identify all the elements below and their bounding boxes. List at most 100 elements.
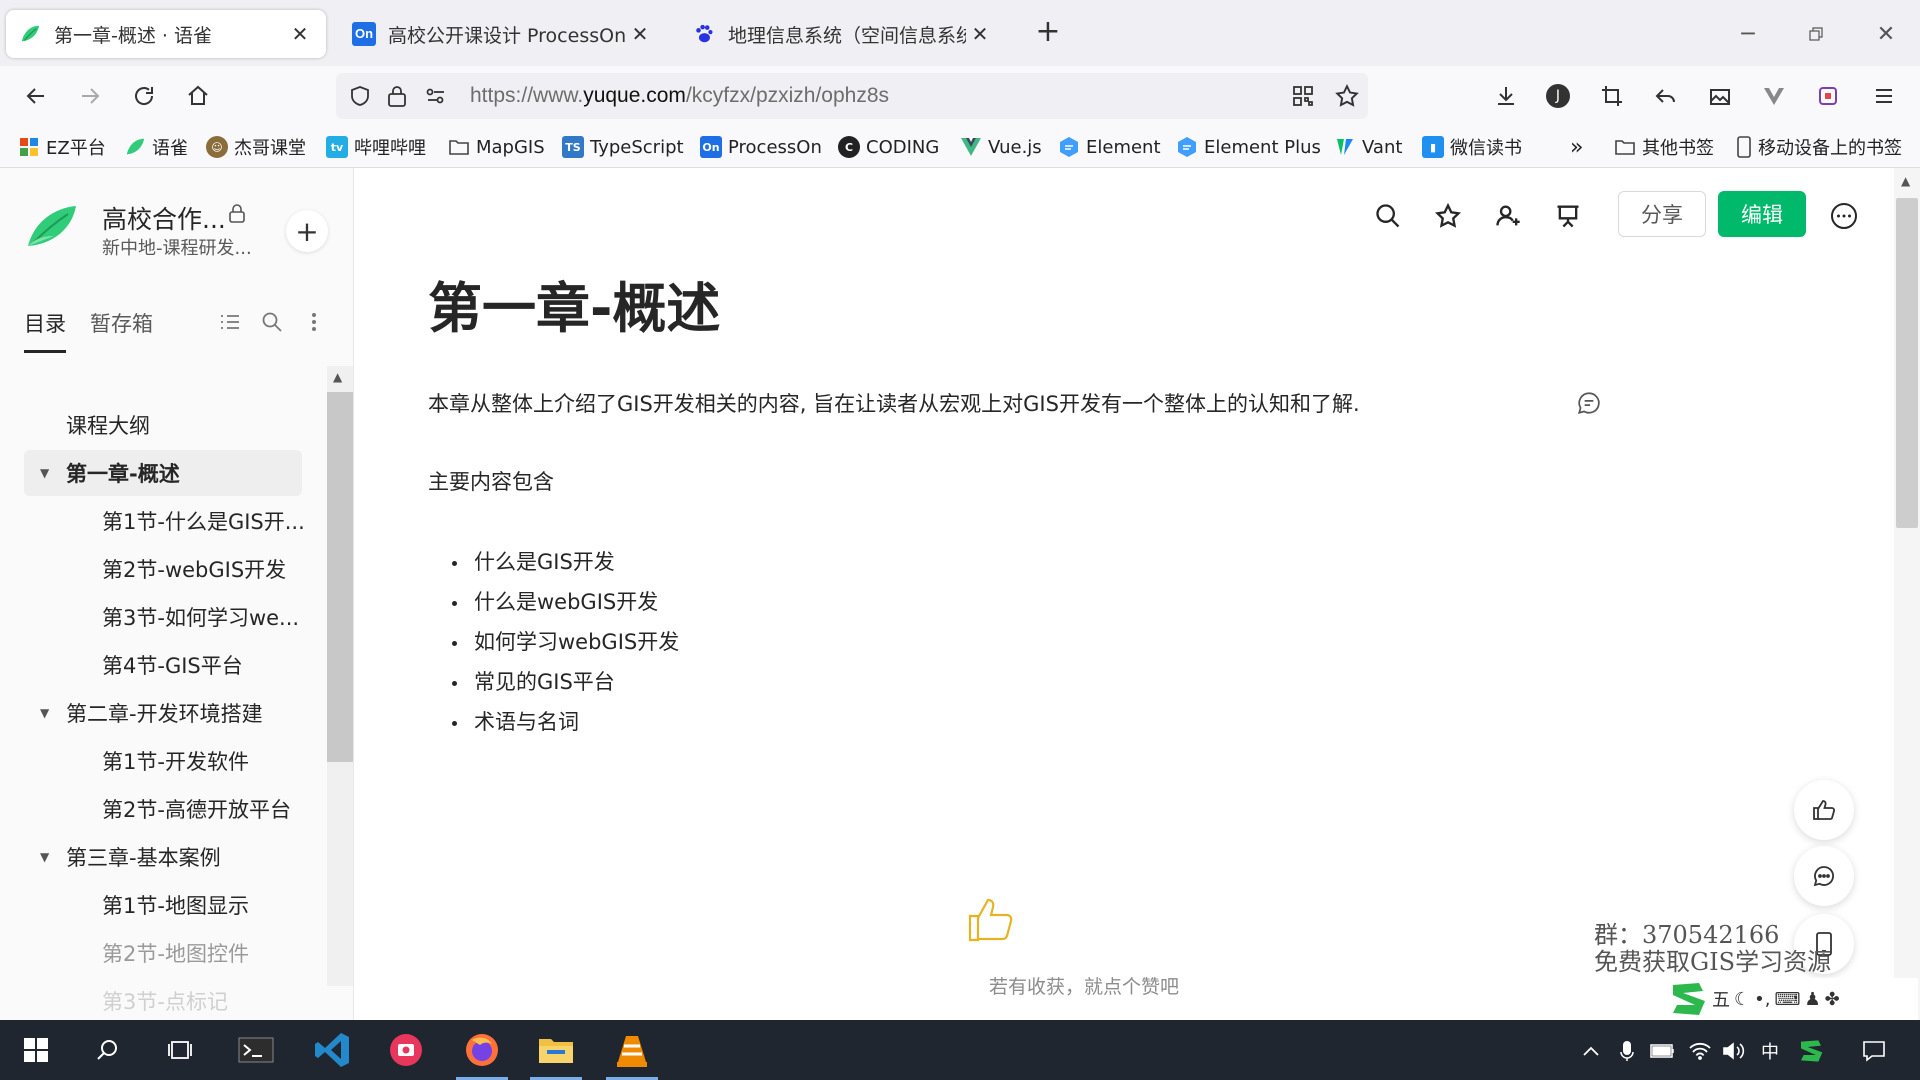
grid-apps-icon[interactable]: ✤ (1825, 989, 1840, 1010)
scrollbar-thumb[interactable] (327, 392, 353, 762)
bookmark-element-plus[interactable]: Element Plus (1176, 132, 1321, 162)
new-tab-button[interactable]: + (1028, 14, 1068, 49)
back-arrow-icon[interactable] (18, 78, 54, 114)
more-options-icon[interactable] (1824, 196, 1864, 236)
caret-down-icon[interactable]: ▼ (40, 706, 58, 720)
more-bookmarks-icon[interactable]: » (1570, 132, 1583, 162)
bookmark-other-folder[interactable]: 其他书签 (1614, 132, 1714, 162)
extension-icon[interactable] (1810, 78, 1846, 114)
bookmark-coding[interactable]: C CODING (838, 132, 939, 162)
task-view-icon[interactable] (148, 1020, 212, 1080)
moon-icon[interactable]: ☾ (1734, 989, 1750, 1010)
bookmark-mapgis[interactable]: MapGIS (448, 132, 545, 162)
toc-item[interactable]: 第1节-地图显示 (24, 882, 302, 928)
toc-item[interactable]: 第1节-开发软件 (24, 738, 302, 784)
bookmark-typescript[interactable]: TS TypeScript (562, 132, 684, 162)
sogou-tray-icon[interactable] (1796, 1038, 1826, 1064)
bookmark-processon[interactable]: On ProcessOn (700, 132, 822, 162)
vue-devtools-icon[interactable] (1756, 78, 1792, 114)
bookmark-star-icon[interactable] (1334, 83, 1360, 113)
shield-icon[interactable] (348, 84, 372, 112)
microphone-icon[interactable] (1614, 1038, 1640, 1064)
lock-icon[interactable] (386, 84, 408, 112)
permissions-icon[interactable] (424, 84, 448, 112)
search-icon[interactable] (1368, 196, 1408, 236)
toc-item[interactable]: 第3节-如何学习we... (24, 594, 302, 640)
undo-icon[interactable] (1648, 78, 1684, 114)
sogou-icon[interactable] (1668, 981, 1708, 1017)
yuque-logo-icon[interactable] (24, 202, 78, 250)
tab-toc[interactable]: 目录 (24, 308, 66, 338)
toc-item[interactable]: ▼ 第二章-开发环境搭建 (24, 690, 302, 736)
firefox-icon[interactable] (450, 1020, 514, 1080)
qr-code-icon[interactable] (1291, 84, 1315, 112)
bookmark-jiege[interactable]: ☺ 杰哥课堂 (206, 132, 306, 162)
tab-yuque[interactable]: 第一章-概述 · 语雀 ✕ (6, 10, 326, 58)
sidebar-scrollbar[interactable]: ▲ (327, 366, 353, 986)
add-doc-button[interactable]: + (286, 210, 328, 252)
keyboard-icon[interactable]: ⌨ (1774, 989, 1800, 1010)
punctuation-icon[interactable]: •, (1754, 989, 1770, 1010)
like-float-button[interactable] (1794, 780, 1854, 840)
thumbs-up-icon[interactable] (966, 896, 1016, 948)
windows-start-icon[interactable] (4, 1020, 68, 1080)
knowledge-base-subtitle[interactable]: 新中地-课程研发... (102, 234, 252, 260)
toc-item[interactable]: ▼ 第三章-基本案例 (24, 834, 302, 880)
url-text[interactable]: https://www.yuque.com/kcyfzx/pzxizh/ophz… (470, 84, 889, 108)
home-icon[interactable] (180, 78, 216, 114)
address-bar[interactable]: https://www.yuque.com/kcyfzx/pzxizh/ophz… (336, 73, 1368, 119)
bookmark-weread[interactable]: ▮ 微信读书 (1422, 132, 1522, 162)
add-collaborator-icon[interactable] (1488, 196, 1528, 236)
vscode-icon[interactable] (300, 1020, 364, 1080)
share-button[interactable]: 分享 (1618, 191, 1706, 237)
bookmark-yuque[interactable]: 语雀 (124, 132, 188, 162)
bookmark-mobile-folder[interactable]: 移动设备上的书签 (1736, 132, 1902, 162)
screenshot-icon[interactable] (1702, 78, 1738, 114)
download-icon[interactable] (1488, 78, 1524, 114)
ime-mode[interactable]: 五 (1712, 986, 1730, 1012)
toc-item[interactable]: 第1节-什么是GIS开... (24, 498, 305, 544)
bookmark-vant[interactable]: Vant (1334, 132, 1402, 162)
input-language-indicator[interactable]: 中 (1756, 1038, 1784, 1064)
file-explorer-icon[interactable] (524, 1020, 588, 1080)
user-icon[interactable]: ♟ (1804, 989, 1820, 1010)
paragraph-comment-icon[interactable] (1576, 390, 1602, 420)
bookmark-element[interactable]: Element (1058, 132, 1161, 162)
vlc-icon[interactable] (600, 1020, 664, 1080)
scroll-up-icon[interactable]: ▲ (1901, 174, 1910, 188)
edit-button[interactable]: 编辑 (1718, 191, 1806, 237)
search-icon[interactable] (76, 1020, 140, 1080)
account-icon[interactable]: J (1540, 78, 1576, 114)
bookmark-vue[interactable]: Vue.js (960, 132, 1042, 162)
scroll-up-icon[interactable]: ▲ (333, 370, 342, 384)
volume-icon[interactable] (1720, 1038, 1748, 1064)
close-icon[interactable]: ✕ (286, 22, 314, 46)
toc-item[interactable]: 第3节-点标记 (24, 978, 302, 1020)
presentation-icon[interactable] (1548, 196, 1588, 236)
caret-down-icon[interactable]: ▼ (40, 850, 58, 864)
tab-processon[interactable]: On 高校公开课设计 ProcessOn Mi ✕ (340, 10, 666, 58)
minimize-icon[interactable]: ─ (1728, 14, 1768, 54)
close-icon[interactable]: ✕ (626, 22, 654, 46)
knowledge-base-title[interactable]: 高校合作... (102, 200, 226, 236)
page-scrollbar[interactable]: ▲ (1894, 168, 1920, 1020)
forward-arrow-icon[interactable] (72, 78, 108, 114)
comment-float-button[interactable] (1794, 846, 1854, 906)
screen-recorder-icon[interactable] (374, 1020, 438, 1080)
bookmark-ez[interactable]: EZ平台 (18, 132, 106, 162)
tab-drafts[interactable]: 暂存箱 (90, 308, 153, 338)
toc-item[interactable]: 第2节-webGIS开发 (24, 546, 302, 592)
toc-item-selected[interactable]: ▼ 第一章-概述 (24, 450, 302, 496)
terminal-icon[interactable] (224, 1020, 288, 1080)
scrollbar-thumb[interactable] (1896, 198, 1918, 528)
menu-icon[interactable] (1866, 78, 1902, 114)
more-vertical-icon[interactable] (300, 308, 328, 336)
favorite-star-icon[interactable] (1428, 196, 1468, 236)
wifi-icon[interactable] (1686, 1038, 1714, 1064)
close-icon[interactable]: ✕ (966, 22, 994, 46)
window-close-icon[interactable]: ✕ (1866, 14, 1906, 54)
restore-icon[interactable] (1796, 14, 1836, 54)
reload-icon[interactable] (126, 78, 162, 114)
crop-icon[interactable] (1594, 78, 1630, 114)
tray-chevron-icon[interactable] (1578, 1038, 1604, 1064)
